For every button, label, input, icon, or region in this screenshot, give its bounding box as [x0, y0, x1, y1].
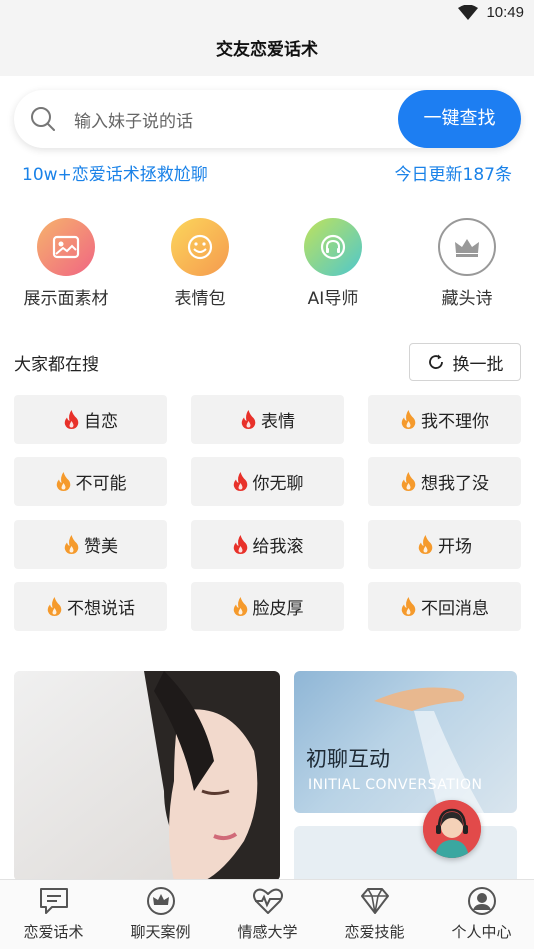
- secondary-card[interactable]: [294, 826, 517, 886]
- page-title: 交友恋爱话术: [216, 40, 318, 60]
- status-time: 10:49: [486, 4, 524, 21]
- flame-icon: [401, 410, 416, 429]
- flame-icon: [401, 597, 416, 616]
- hot-search-tag[interactable]: 脸皮厚: [191, 582, 344, 631]
- flame-icon: [418, 535, 433, 554]
- hot-search-tag[interactable]: 想我了没: [368, 457, 521, 506]
- hot-search-tag-label: 表情: [261, 412, 295, 432]
- hot-search-tag-label: 赞美: [84, 537, 118, 557]
- refresh-label: 换一批: [452, 354, 504, 375]
- hot-search-tag[interactable]: 不可能: [14, 457, 167, 506]
- image-icon: [37, 218, 95, 276]
- crown-icon: [438, 218, 496, 276]
- feature-stickers[interactable]: 表情包: [140, 218, 260, 309]
- title-bar: 交友恋爱话术: [0, 28, 534, 76]
- tab-love-skills[interactable]: 恋爱技能: [321, 886, 428, 942]
- status-bar: 10:49: [0, 0, 534, 28]
- flame-icon: [241, 410, 256, 429]
- hot-search-tag[interactable]: 赞美: [14, 520, 167, 569]
- hot-search-tag[interactable]: 开场: [368, 520, 521, 569]
- tab-label: 恋爱话术: [23, 923, 84, 941]
- user-icon: [467, 887, 496, 915]
- feature-label: 展示面素材: [23, 289, 109, 309]
- tab-love-talk[interactable]: 恋爱话术: [0, 886, 107, 942]
- hot-search-tag[interactable]: 不回消息: [368, 582, 521, 631]
- hot-search-tag[interactable]: 给我滚: [191, 520, 344, 569]
- initial-conversation-card[interactable]: 初聊互动 INITIAL CONVERSATION: [294, 671, 517, 813]
- feature-showcase[interactable]: 展示面素材: [6, 218, 126, 309]
- feature-label: 藏头诗: [441, 289, 493, 309]
- hot-search-tag-label: 我不理你: [421, 412, 489, 432]
- tab-label: 情感大学: [237, 923, 298, 941]
- crown-icon: [146, 887, 175, 915]
- feature-label: AI导师: [307, 289, 359, 309]
- tab-label: 聊天案例: [130, 923, 191, 941]
- hot-search-title: 大家都在搜: [14, 355, 99, 375]
- tab-emotion-university[interactable]: 情感大学: [214, 886, 321, 942]
- flame-icon: [233, 597, 247, 616]
- tab-label: 个人中心: [451, 923, 512, 941]
- bottom-tab-bar: 恋爱话术 聊天案例 情感大学 恋爱技能 个人中心: [0, 879, 534, 949]
- flame-icon: [233, 535, 247, 554]
- refresh-icon: [428, 354, 443, 369]
- hot-search-tag-label: 不可能: [75, 474, 127, 494]
- flame-icon: [233, 472, 247, 491]
- search-icon: [31, 107, 55, 131]
- headset-icon: [304, 218, 362, 276]
- diamond-icon: [360, 888, 389, 914]
- hot-search-tag-label: 不想说话: [67, 599, 135, 619]
- search-button[interactable]: 一键查找: [398, 90, 521, 148]
- flame-icon: [64, 410, 79, 429]
- card-title: 初聊互动: [306, 747, 390, 771]
- hot-search-tag-label: 你无聊: [252, 474, 304, 494]
- hot-search-tag[interactable]: 表情: [191, 395, 344, 444]
- flame-icon: [401, 472, 416, 491]
- tab-chat-cases[interactable]: 聊天案例: [107, 886, 214, 942]
- feature-acrostic[interactable]: 藏头诗: [407, 218, 527, 309]
- hot-search-tag[interactable]: 你无聊: [191, 457, 344, 506]
- refresh-button[interactable]: 换一批: [409, 343, 521, 381]
- search-input[interactable]: 输入妹子说的话: [74, 107, 193, 132]
- status-bar-right: 10:49: [458, 4, 524, 21]
- hot-search-tag[interactable]: 不想说话: [14, 582, 167, 631]
- tab-label: 恋爱技能: [344, 923, 405, 941]
- wifi-icon: [458, 4, 479, 20]
- feature-label: 表情包: [174, 289, 226, 309]
- hot-search-tag-label: 脸皮厚: [252, 599, 304, 619]
- tab-profile[interactable]: 个人中心: [428, 886, 534, 942]
- hot-search-tag-label: 给我滚: [252, 537, 304, 557]
- search-bar[interactable]: 输入妹子说的话 一键查找: [14, 90, 521, 148]
- flame-icon: [64, 535, 79, 554]
- flame-icon: [56, 472, 70, 491]
- hot-search-tag-label: 自恋: [84, 412, 118, 432]
- feature-ai-mentor[interactable]: AI导师: [273, 218, 393, 309]
- hot-search-tag-label: 不回消息: [421, 599, 489, 619]
- smiley-icon: [171, 218, 229, 276]
- hot-search-tag-label: 想我了没: [421, 474, 489, 494]
- hot-search-tag[interactable]: 我不理你: [368, 395, 521, 444]
- card-subtitle: INITIAL CONVERSATION: [308, 777, 483, 793]
- featured-card[interactable]: [14, 671, 280, 881]
- heartbeat-icon: [252, 888, 283, 914]
- promo-text: 10w+恋爱话术拯救尬聊: [22, 165, 208, 185]
- update-count-text[interactable]: 今日更新187条: [395, 160, 512, 185]
- flame-icon: [47, 597, 62, 616]
- customer-service-avatar[interactable]: [423, 800, 481, 858]
- hot-search-tag-label: 开场: [438, 537, 472, 557]
- portrait-image: [14, 671, 280, 881]
- hot-search-tag[interactable]: 自恋: [14, 395, 167, 444]
- headset-avatar-icon: [423, 800, 481, 858]
- feature-grid: 展示面素材 表情包 AI导师 藏头诗: [0, 218, 534, 318]
- chat-icon: [39, 888, 68, 914]
